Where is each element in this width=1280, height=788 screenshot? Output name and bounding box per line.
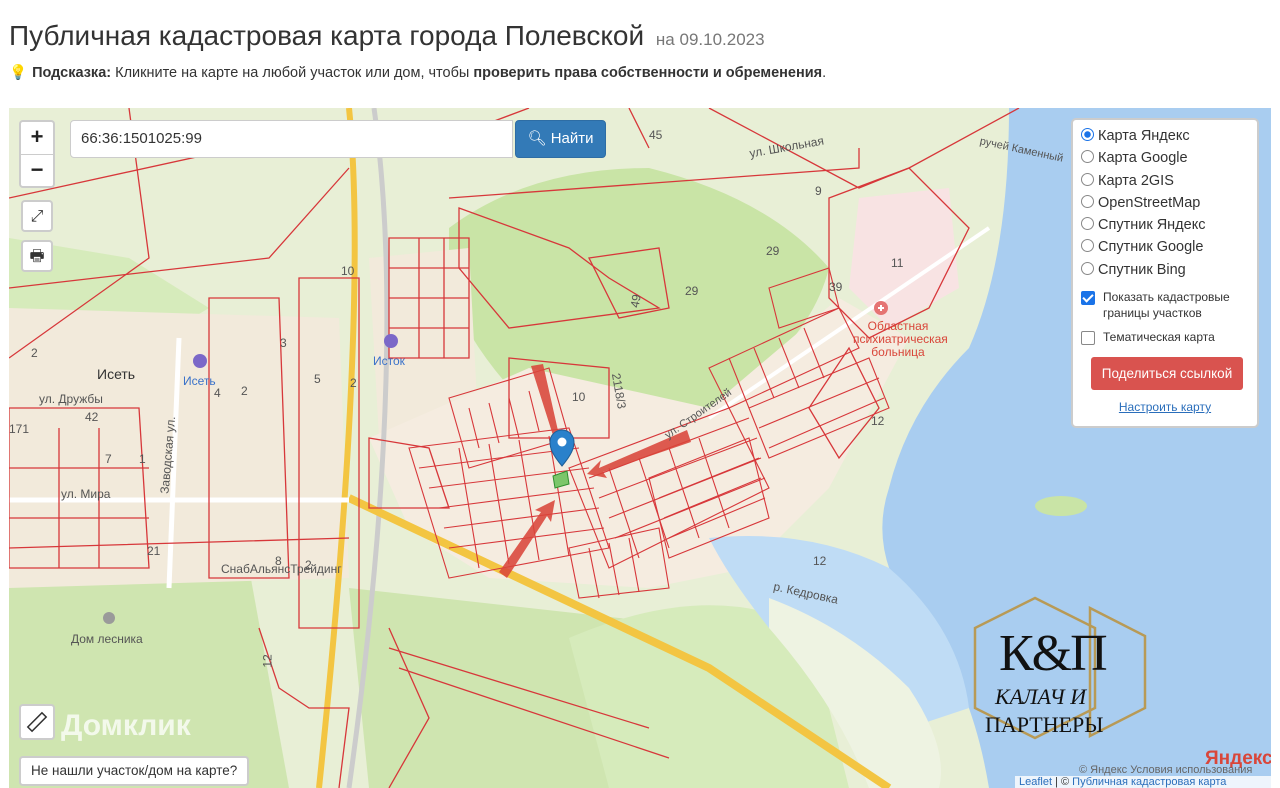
- layer-option-label: Карта 2GIS: [1098, 172, 1174, 189]
- zoom-out-button[interactable]: −: [21, 154, 53, 187]
- layer-option-google-map[interactable]: Карта Google: [1081, 147, 1249, 169]
- attribution-separator: | ©: [1052, 776, 1073, 788]
- checkbox-checked[interactable]: [1081, 291, 1095, 306]
- expand-icon: ⤢: [30, 208, 44, 225]
- layer-option-label: Карта Google: [1098, 150, 1188, 167]
- layer-switcher-panel: Карта Яндекс Карта Google Карта 2GIS Ope…: [1071, 118, 1259, 428]
- map-label-9: 9: [815, 184, 822, 198]
- printer-icon: 🖶: [29, 248, 45, 265]
- cadastral-number-input[interactable]: 66:36:1501025:99: [70, 120, 513, 158]
- layer-option-label: Спутник Bing: [1098, 261, 1186, 278]
- map-label-11: 11: [891, 256, 904, 270]
- map-label-171: 171: [9, 422, 30, 436]
- layer-option-label: OpenStreetMap: [1098, 194, 1201, 211]
- watermark-monogram: К&П: [999, 625, 1108, 682]
- map-label-snab: СнабАльянсТрейдинг: [221, 562, 342, 576]
- map-label-39: 39: [829, 280, 843, 294]
- layer-option-label: Карта Яндекс: [1098, 128, 1190, 144]
- layer-option-label: Спутник Яндекс: [1098, 217, 1206, 234]
- map-label-forester-house: Дом лесника: [71, 632, 143, 646]
- map-label-12b: 12: [813, 554, 827, 568]
- radio-icon[interactable]: [1081, 239, 1094, 253]
- map-label-5: 5: [314, 372, 321, 386]
- fullscreen-button[interactable]: ⤢: [21, 200, 53, 232]
- map-attribution: Leaflet | © Публичная кадастровая карта: [1015, 776, 1271, 788]
- radio-icon[interactable]: [1081, 194, 1094, 208]
- ruler-icon: [26, 711, 48, 733]
- map-label-12c: 12: [260, 654, 275, 668]
- layer-option-google-satellite[interactable]: Спутник Google: [1081, 236, 1249, 258]
- map-label-21: 21: [147, 544, 161, 558]
- zoom-control: + −: [19, 120, 55, 188]
- layer-option-2gis-map[interactable]: Карта 2GIS: [1081, 170, 1249, 192]
- lightbulb-icon: 💡: [9, 65, 28, 81]
- map-label-10b: 10: [341, 264, 355, 278]
- hint-line: 💡 Подсказка: Кликните на карте на любой у…: [9, 64, 826, 81]
- leaflet-link[interactable]: Leaflet: [1019, 776, 1052, 788]
- yandex-terms[interactable]: © Яндекс Условия использования: [1079, 764, 1252, 776]
- cadastral-borders-label: Показать кадастровые границы участков: [1103, 290, 1230, 321]
- map-label-1: 1: [139, 452, 146, 466]
- map-label-isset-station: Исеть: [183, 374, 216, 388]
- map-label-2a: 2: [350, 376, 357, 390]
- layer-option-label: Спутник Google: [1098, 239, 1204, 256]
- map-label-hospital: Областная психиатрическая больница: [853, 319, 948, 359]
- hint-label: Подсказка:: [32, 65, 112, 81]
- radio-icon[interactable]: [1081, 150, 1094, 164]
- thematic-map-toggle[interactable]: Тематическая карта: [1081, 329, 1249, 346]
- radio-icon[interactable]: [1081, 261, 1094, 275]
- layer-option-yandex-satellite[interactable]: Спутник Яндекс: [1081, 214, 1249, 236]
- cadastral-borders-toggle[interactable]: Показать кадастровые границы участков: [1081, 289, 1249, 321]
- cadastral-map-link[interactable]: Публичная кадастровая карта: [1072, 776, 1226, 788]
- share-link-button[interactable]: Поделиться ссылкой: [1091, 357, 1243, 391]
- checkbox-unchecked[interactable]: [1081, 331, 1095, 346]
- search-button-label: Найти: [550, 130, 594, 147]
- hint-bold-text: проверить права собственности и обремене…: [473, 65, 823, 81]
- layer-option-osm[interactable]: OpenStreetMap: [1081, 192, 1249, 214]
- map-label-42: 42: [85, 410, 99, 424]
- radio-icon[interactable]: [1081, 128, 1094, 141]
- map-label-street-druzhby: ул. Дружбы: [39, 392, 103, 406]
- cadastral-map[interactable]: 45 9 29 29 49 11 39 10 10 12 12 12 3 5 2…: [9, 108, 1271, 788]
- configure-map-link[interactable]: Настроить карту: [1081, 400, 1249, 414]
- map-label-4: 4: [214, 386, 221, 400]
- map-label-10a: 10: [572, 390, 586, 404]
- layer-option-yandex-map[interactable]: Карта Яндекс: [1081, 125, 1249, 147]
- print-button[interactable]: 🖶: [21, 240, 53, 272]
- not-found-button[interactable]: Не нашли участок/дом на карте?: [19, 756, 250, 786]
- zoom-in-button[interactable]: +: [21, 122, 53, 154]
- map-label-12a: 12: [871, 414, 885, 428]
- watermark-line2: ПАРТНЕРЫ: [985, 712, 1104, 737]
- page-title-text: Публичная кадастровая карта города Полев…: [9, 20, 645, 51]
- map-label-49: 49: [627, 293, 644, 309]
- page-title: Публичная кадастровая карта города Полев…: [9, 20, 765, 52]
- radio-icon[interactable]: [1081, 172, 1094, 186]
- map-label-2d: 2: [31, 346, 38, 360]
- page-title-date: на 09.10.2023: [655, 30, 765, 49]
- map-label-29a: 29: [766, 244, 780, 258]
- hint-text: Кликните на карте на любой участок или д…: [115, 65, 470, 81]
- map-label-street-mira: ул. Мира: [61, 487, 111, 501]
- measure-ruler-button[interactable]: [19, 704, 55, 740]
- watermark-line1: КАЛАЧ И: [995, 684, 1087, 709]
- map-label-7: 7: [105, 452, 112, 466]
- map-label-isset-town: Исеть: [97, 366, 136, 382]
- map-label-istok: Исток: [373, 354, 405, 368]
- map-label-3: 3: [280, 336, 287, 350]
- map-label-29b: 29: [685, 284, 699, 298]
- radio-icon[interactable]: [1081, 217, 1094, 231]
- hint-end: .: [822, 65, 827, 81]
- thematic-map-label: Тематическая карта: [1103, 330, 1215, 345]
- map-label-45: 45: [649, 128, 663, 142]
- map-label-2b: 2: [241, 384, 248, 398]
- search-icon: 🔍︎: [527, 130, 547, 147]
- domclick-watermark: Домклик: [61, 709, 191, 742]
- search-button[interactable]: 🔍︎ Найти: [515, 120, 606, 158]
- layer-option-bing-satellite[interactable]: Спутник Bing: [1081, 259, 1249, 281]
